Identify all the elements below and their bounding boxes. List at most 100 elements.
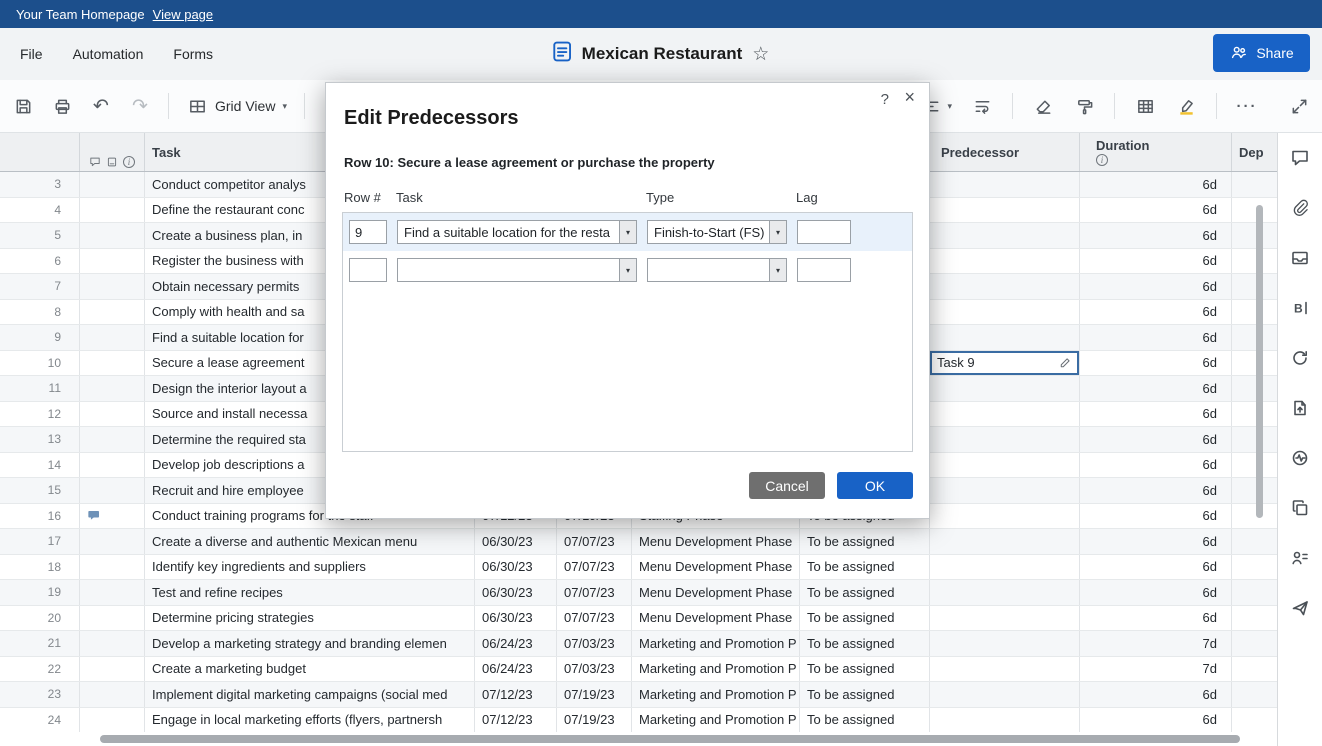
undo-icon[interactable]: ↶ — [90, 95, 112, 117]
type-select-1[interactable]: Finish-to-Start (FS) ▾ — [647, 220, 787, 244]
row-indicator-cell[interactable] — [80, 708, 145, 733]
dep-cell[interactable] — [1232, 453, 1277, 478]
paperclip-icon[interactable] — [1289, 197, 1311, 219]
redo-icon[interactable]: ↷ — [129, 95, 151, 117]
highlight-icon[interactable] — [1175, 95, 1197, 117]
phase-cell[interactable]: Menu Development Phase — [632, 606, 800, 631]
dep-cell[interactable] — [1232, 708, 1277, 733]
view-page-link[interactable]: View page — [153, 7, 213, 22]
duration-cell[interactable]: 6d — [1080, 376, 1232, 401]
end-date-cell[interactable]: 07/07/23 — [557, 606, 632, 631]
grid-row[interactable]: 24 Engage in local marketing efforts (fly… — [0, 708, 1277, 734]
duration-cell[interactable]: 6d — [1080, 453, 1232, 478]
predecessor-cell[interactable] — [930, 529, 1080, 554]
row-indicator-cell[interactable] — [80, 580, 145, 605]
dep-cell[interactable] — [1232, 351, 1277, 376]
row-number-cell[interactable]: 12 — [0, 402, 80, 427]
contacts-icon[interactable] — [1289, 547, 1311, 569]
predecessor-cell[interactable]: Task 9 — [930, 351, 1080, 376]
start-date-cell[interactable]: 07/12/23 — [475, 682, 557, 707]
predecessor-cell[interactable] — [930, 198, 1080, 223]
predecessor-cell[interactable] — [930, 453, 1080, 478]
phase-cell[interactable]: Marketing and Promotion P — [632, 631, 800, 656]
duration-cell[interactable]: 6d — [1080, 351, 1232, 376]
end-date-cell[interactable]: 07/19/23 — [557, 708, 632, 733]
end-date-cell[interactable]: 07/03/23 — [557, 631, 632, 656]
predecessor-cell[interactable] — [930, 631, 1080, 656]
table-icon[interactable] — [1134, 95, 1156, 117]
dep-column-header[interactable]: Dep — [1232, 133, 1277, 171]
dropdown-arrow-icon[interactable]: ▾ — [619, 259, 636, 281]
task-cell[interactable]: Identify key ingredients and suppliers — [145, 555, 475, 580]
row-indicator-cell[interactable] — [80, 172, 145, 197]
copy-icon[interactable] — [1289, 497, 1311, 519]
end-date-cell[interactable]: 07/07/23 — [557, 580, 632, 605]
row-number-cell[interactable]: 8 — [0, 300, 80, 325]
duration-cell[interactable]: 6d — [1080, 325, 1232, 350]
duration-cell[interactable]: 6d — [1080, 478, 1232, 503]
row-indicator-cell[interactable] — [80, 300, 145, 325]
grid-row[interactable]: 23Implement digital marketing campaigns … — [0, 682, 1277, 708]
row-indicator-cell[interactable] — [80, 325, 145, 350]
wrap-text-icon[interactable] — [971, 95, 993, 117]
phase-cell[interactable]: Menu Development Phase — [632, 580, 800, 605]
predecessor-cell[interactable] — [930, 657, 1080, 682]
phase-cell[interactable]: Marketing and Promotion P — [632, 708, 800, 733]
duration-cell[interactable]: 6d — [1080, 606, 1232, 631]
row-number-cell[interactable]: 13 — [0, 427, 80, 452]
predecessor-cell[interactable] — [930, 708, 1080, 733]
row-number-cell[interactable]: 14 — [0, 453, 80, 478]
start-date-cell[interactable]: 06/30/23 — [475, 606, 557, 631]
update-request-icon[interactable] — [1289, 347, 1311, 369]
dep-cell[interactable] — [1232, 249, 1277, 274]
row-number-cell[interactable]: 21 — [0, 631, 80, 656]
predecessor-cell[interactable] — [930, 300, 1080, 325]
predecessor-cell[interactable] — [930, 223, 1080, 248]
start-date-cell[interactable]: 07/12/23 — [475, 708, 557, 733]
predecessor-cell[interactable] — [930, 606, 1080, 631]
row-number-cell[interactable]: 24 — [0, 708, 80, 733]
duration-column-header[interactable]: Duration i — [1080, 133, 1232, 171]
row-number-header[interactable] — [0, 133, 80, 171]
task-cell[interactable]: Determine pricing strategies — [145, 606, 475, 631]
dep-cell[interactable] — [1232, 504, 1277, 529]
phase-cell[interactable]: Marketing and Promotion P — [632, 682, 800, 707]
start-date-cell[interactable]: 06/30/23 — [475, 580, 557, 605]
row-indicator-cell[interactable] — [80, 198, 145, 223]
task-cell[interactable]: Engage in local marketing efforts (flyer… — [145, 708, 475, 733]
row-number-cell[interactable]: 19 — [0, 580, 80, 605]
duration-cell[interactable]: 6d — [1080, 198, 1232, 223]
assigned-cell[interactable]: To be assigned — [800, 682, 930, 707]
end-date-cell[interactable]: 07/07/23 — [557, 555, 632, 580]
grid-row[interactable]: 20Determine pricing strategies06/30/2307… — [0, 606, 1277, 632]
row-indicator-cell[interactable] — [80, 504, 145, 529]
menu-automation[interactable]: Automation — [73, 46, 144, 62]
duration-cell[interactable]: 6d — [1080, 223, 1232, 248]
duration-cell[interactable]: 6d — [1080, 274, 1232, 299]
row-indicator-cell[interactable] — [80, 529, 145, 554]
dep-cell[interactable] — [1232, 300, 1277, 325]
duration-cell[interactable]: 6d — [1080, 682, 1232, 707]
start-date-cell[interactable]: 06/30/23 — [475, 529, 557, 554]
grid-row[interactable]: 19Test and refine recipes06/30/2307/07/2… — [0, 580, 1277, 606]
assigned-cell[interactable]: To be assigned — [800, 529, 930, 554]
task-select-1[interactable]: Find a suitable location for the resta ▾ — [397, 220, 637, 244]
row-number-cell[interactable]: 11 — [0, 376, 80, 401]
predecessor-cell[interactable] — [930, 172, 1080, 197]
row-indicator-cell[interactable] — [80, 249, 145, 274]
duration-cell[interactable]: 6d — [1080, 427, 1232, 452]
proofs-tray-icon[interactable] — [1289, 247, 1311, 269]
end-date-cell[interactable]: 07/07/23 — [557, 529, 632, 554]
dep-cell[interactable] — [1232, 198, 1277, 223]
grid-row[interactable]: 21Develop a marketing strategy and brand… — [0, 631, 1277, 657]
end-date-cell[interactable]: 07/03/23 — [557, 657, 632, 682]
row-number-cell[interactable]: 17 — [0, 529, 80, 554]
predecessor-cell[interactable] — [930, 682, 1080, 707]
grid-row[interactable]: 17Create a diverse and authentic Mexican… — [0, 529, 1277, 555]
activity-log-icon[interactable] — [1289, 447, 1311, 469]
row-indicator-cell[interactable] — [80, 223, 145, 248]
assigned-cell[interactable]: To be assigned — [800, 606, 930, 631]
assigned-cell[interactable]: To be assigned — [800, 657, 930, 682]
dep-cell[interactable] — [1232, 427, 1277, 452]
predecessor-cell[interactable] — [930, 249, 1080, 274]
